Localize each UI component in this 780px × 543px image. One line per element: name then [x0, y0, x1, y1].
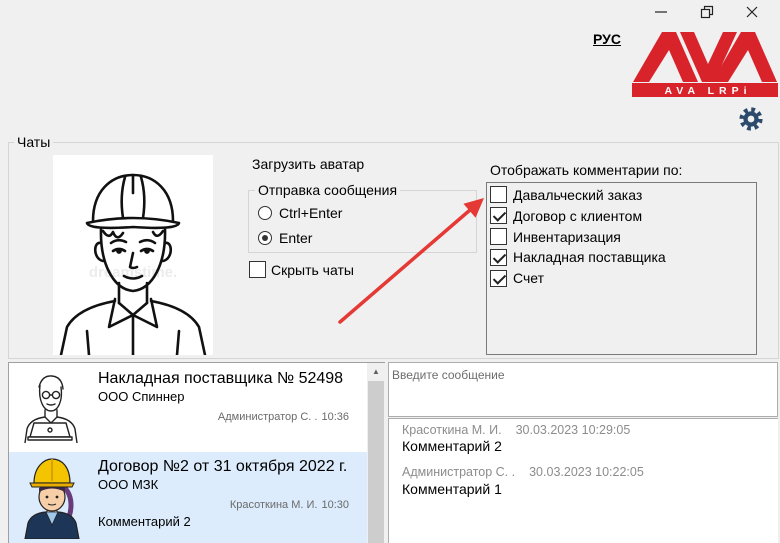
filter-checkbox[interactable] [490, 186, 507, 203]
chat-time: 10:36 [321, 411, 349, 423]
chat-time: 10:30 [321, 499, 349, 511]
restore-button[interactable] [687, 0, 727, 24]
hide-chats-label[interactable]: Скрыть чаты [271, 262, 354, 278]
worker-avatar-image: dreamstime. [59, 173, 207, 357]
close-icon [746, 6, 758, 18]
chat-title: Договор №2 от 31 октября 2022 г. [98, 458, 348, 475]
filter-checkbox[interactable] [490, 249, 507, 266]
scroll-up-arrow-icon[interactable]: ▲ [367, 363, 385, 380]
logo-text: AVA LRPi [664, 85, 751, 97]
radio-enter[interactable] [258, 231, 272, 245]
chat-author: Администратор С. . [217, 411, 318, 423]
hide-chats-checkbox[interactable] [249, 261, 266, 278]
chat-company: ООО МЗК [98, 477, 159, 492]
chats-group-title: Чаты [14, 134, 54, 150]
message-input[interactable]: Введите сообщение [388, 362, 778, 417]
comments-area: Красоткина М. И. 30.03.2023 10:29:05 Комм… [388, 418, 778, 543]
comment-meta: Красоткина М. И. 30.03.2023 10:29:05 [402, 423, 630, 438]
comment-author: Администратор С. . [402, 465, 516, 479]
user-avatar: dreamstime. [53, 155, 213, 357]
radio-enter-label[interactable]: Enter [279, 230, 312, 246]
language-switch[interactable]: РУС [593, 31, 621, 47]
comment-datetime: 30.03.2023 10:29:05 [515, 423, 631, 437]
comment-datetime: 30.03.2023 10:22:05 [529, 465, 644, 479]
filter-item-label[interactable]: Инвентаризация [513, 229, 621, 245]
scroll-thumb[interactable] [368, 381, 384, 543]
avatar [20, 371, 80, 446]
chat-list-scrollbar[interactable]: ▲ [367, 363, 385, 543]
send-mode-title: Отправка сообщения [255, 182, 401, 198]
chat-author: Красоткина М. И. [229, 499, 318, 511]
upload-avatar-link[interactable]: Загрузить аватар [252, 156, 364, 172]
gear-icon [739, 107, 763, 131]
close-button[interactable] [732, 0, 772, 24]
filter-checkbox[interactable] [490, 207, 507, 224]
chat-last-comment: Комментарий 2 [98, 514, 191, 529]
radio-ctrl-enter-label[interactable]: Ctrl+Enter [279, 205, 342, 221]
man-with-laptop-avatar [24, 375, 78, 444]
comment-text: Комментарий 2 [402, 438, 502, 454]
filter-checkbox[interactable] [490, 228, 507, 245]
avatar [20, 455, 80, 542]
chat-title: Накладная поставщика № 52498 [98, 370, 344, 387]
comment-author: Красоткина М. И. [402, 423, 502, 437]
filter-item-label[interactable]: Договор с клиентом [513, 208, 642, 224]
filter-checkbox[interactable] [490, 270, 507, 287]
comment-text: Комментарий 1 [402, 481, 502, 497]
message-input-placeholder: Введите сообщение [392, 368, 505, 382]
minimize-icon [655, 11, 667, 13]
filter-item-label[interactable]: Давальческий заказ [513, 187, 642, 203]
chat-list-item[interactable]: Накладная поставщика № 52498 ООО Спиннер… [9, 363, 367, 451]
settings-button[interactable] [738, 106, 764, 132]
ava-logo: AVA LRPi [632, 32, 778, 97]
woman-with-helmet-avatar [24, 458, 80, 540]
chat-list-item[interactable]: Договор №2 от 31 октября 2022 г. ООО МЗК… [9, 452, 367, 543]
restore-icon [700, 5, 714, 19]
chat-meta: Администратор С. . 10:36 [218, 410, 349, 424]
radio-ctrl-enter[interactable] [258, 206, 272, 220]
comment-meta: Администратор С. . 30.03.2023 10:22:05 [402, 465, 644, 480]
comment-filter-title: Отображать комментарии по: [490, 162, 683, 178]
filter-item-label[interactable]: Счет [513, 270, 544, 286]
minimize-button[interactable] [641, 0, 681, 24]
chat-company: ООО Спиннер [98, 389, 185, 404]
chat-list: Накладная поставщика № 52498 ООО Спиннер… [8, 362, 385, 543]
filter-item-label[interactable]: Накладная поставщика [513, 249, 666, 265]
chat-meta: Красоткина М. И. 10:30 [230, 498, 349, 512]
